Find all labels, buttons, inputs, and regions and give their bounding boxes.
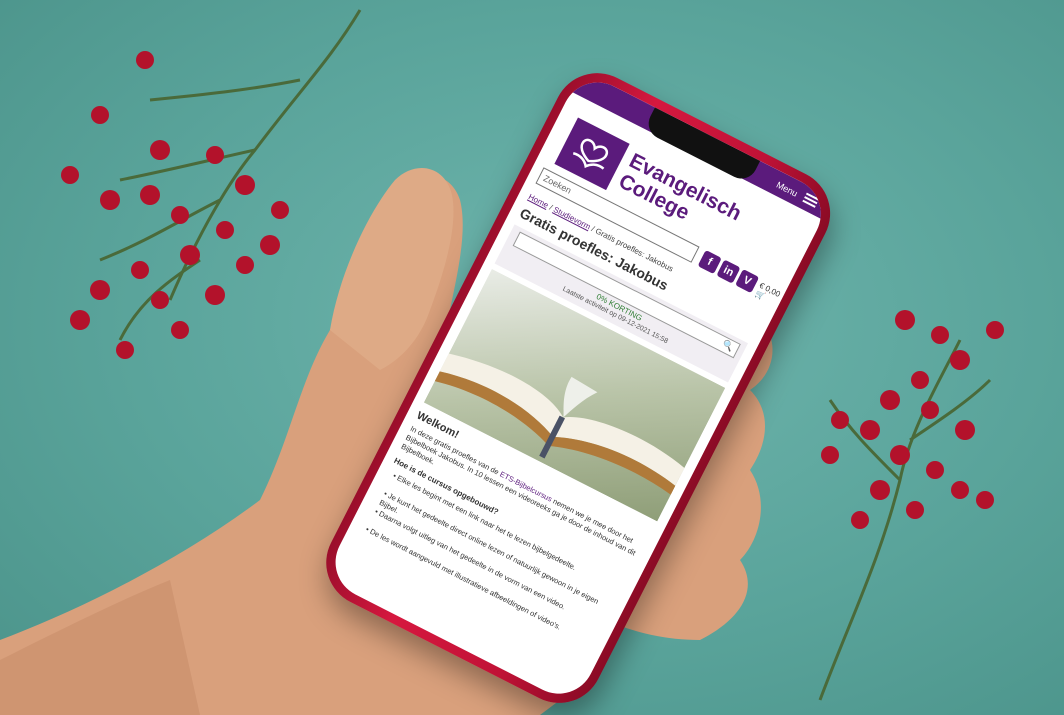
photo-scene: Menu Evangelisch College Zoeken f in V €… (0, 0, 1064, 715)
menu-label[interactable]: Menu (775, 180, 800, 199)
vimeo-icon[interactable]: V (735, 269, 760, 294)
hamburger-icon[interactable] (802, 192, 820, 208)
cart-total[interactable]: € 0,00 🛒 (754, 281, 785, 309)
logo-heart-book-icon (572, 138, 609, 170)
bullet-text: Daarna volgt uitleg van het gedeelte in … (377, 508, 567, 612)
search-icon[interactable]: 🔍 (721, 339, 736, 354)
